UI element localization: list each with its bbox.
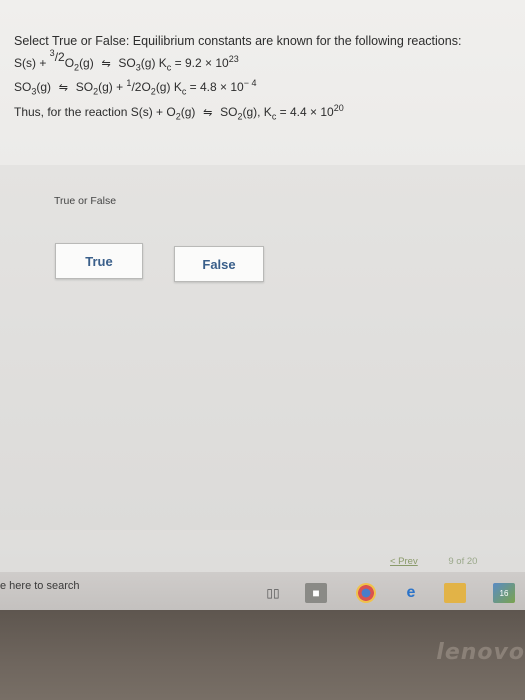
eq2-rhs: SO2(g) + 1/2O2(g) Kc = 4.8 × 10− 4 xyxy=(75,78,257,97)
chrome-icon[interactable] xyxy=(356,583,376,603)
equation-3: Thus, for the reaction S(s) + O2(g) ⇋ SO… xyxy=(14,103,519,121)
store-icon[interactable]: ■ xyxy=(305,583,327,603)
eq1-lhs: S(s) + 3/2O2(g) xyxy=(14,48,94,73)
eq2-lhs: SO3(g) xyxy=(14,80,52,97)
photos-icon[interactable]: 16 xyxy=(493,583,515,603)
eq3-rhs: SO2(g), Kc = 4.4 × 1020 xyxy=(220,102,344,122)
equation-1: S(s) + 3/2O2(g) ⇋ SO3(g) Kc = 9.2 × 1023 xyxy=(14,48,519,73)
laptop-logo: lenovo xyxy=(436,640,525,665)
photos-badge: 16 xyxy=(499,588,509,598)
file-explorer-icon[interactable] xyxy=(444,583,466,603)
true-option-button[interactable]: True xyxy=(55,243,143,279)
true-false-label: True or False xyxy=(54,195,117,207)
question-block: Select True or False: Equilibrium consta… xyxy=(14,34,519,127)
pager: < Prev 9 of 20 xyxy=(390,556,477,567)
eq1-rhs: SO3(g) Kc = 9.2 × 1023 xyxy=(118,54,239,73)
equilibrium-arrow-icon: ⇋ xyxy=(58,82,68,95)
equation-2: SO3(g) ⇋ SO2(g) + 1/2O2(g) Kc = 4.8 × 10… xyxy=(14,78,519,96)
eq3-lhs: Thus, for the reaction S(s) + O2(g) xyxy=(14,104,196,122)
browser-screen: Select True or False: Equilibrium consta… xyxy=(0,0,525,610)
edge-icon[interactable]: e xyxy=(400,583,422,603)
equilibrium-arrow-icon: ⇋ xyxy=(101,58,111,70)
question-counter: 9 of 20 xyxy=(448,556,478,567)
task-view-icon[interactable]: ▯▯ xyxy=(262,583,284,603)
taskbar-search[interactable]: e here to search xyxy=(0,580,80,592)
question-title: Select True or False: Equilibrium consta… xyxy=(14,34,462,48)
answer-panel xyxy=(0,165,525,530)
equilibrium-arrow-icon: ⇋ xyxy=(203,106,213,119)
prev-link[interactable]: < Prev xyxy=(390,556,418,567)
false-option-button[interactable]: False xyxy=(174,246,264,282)
